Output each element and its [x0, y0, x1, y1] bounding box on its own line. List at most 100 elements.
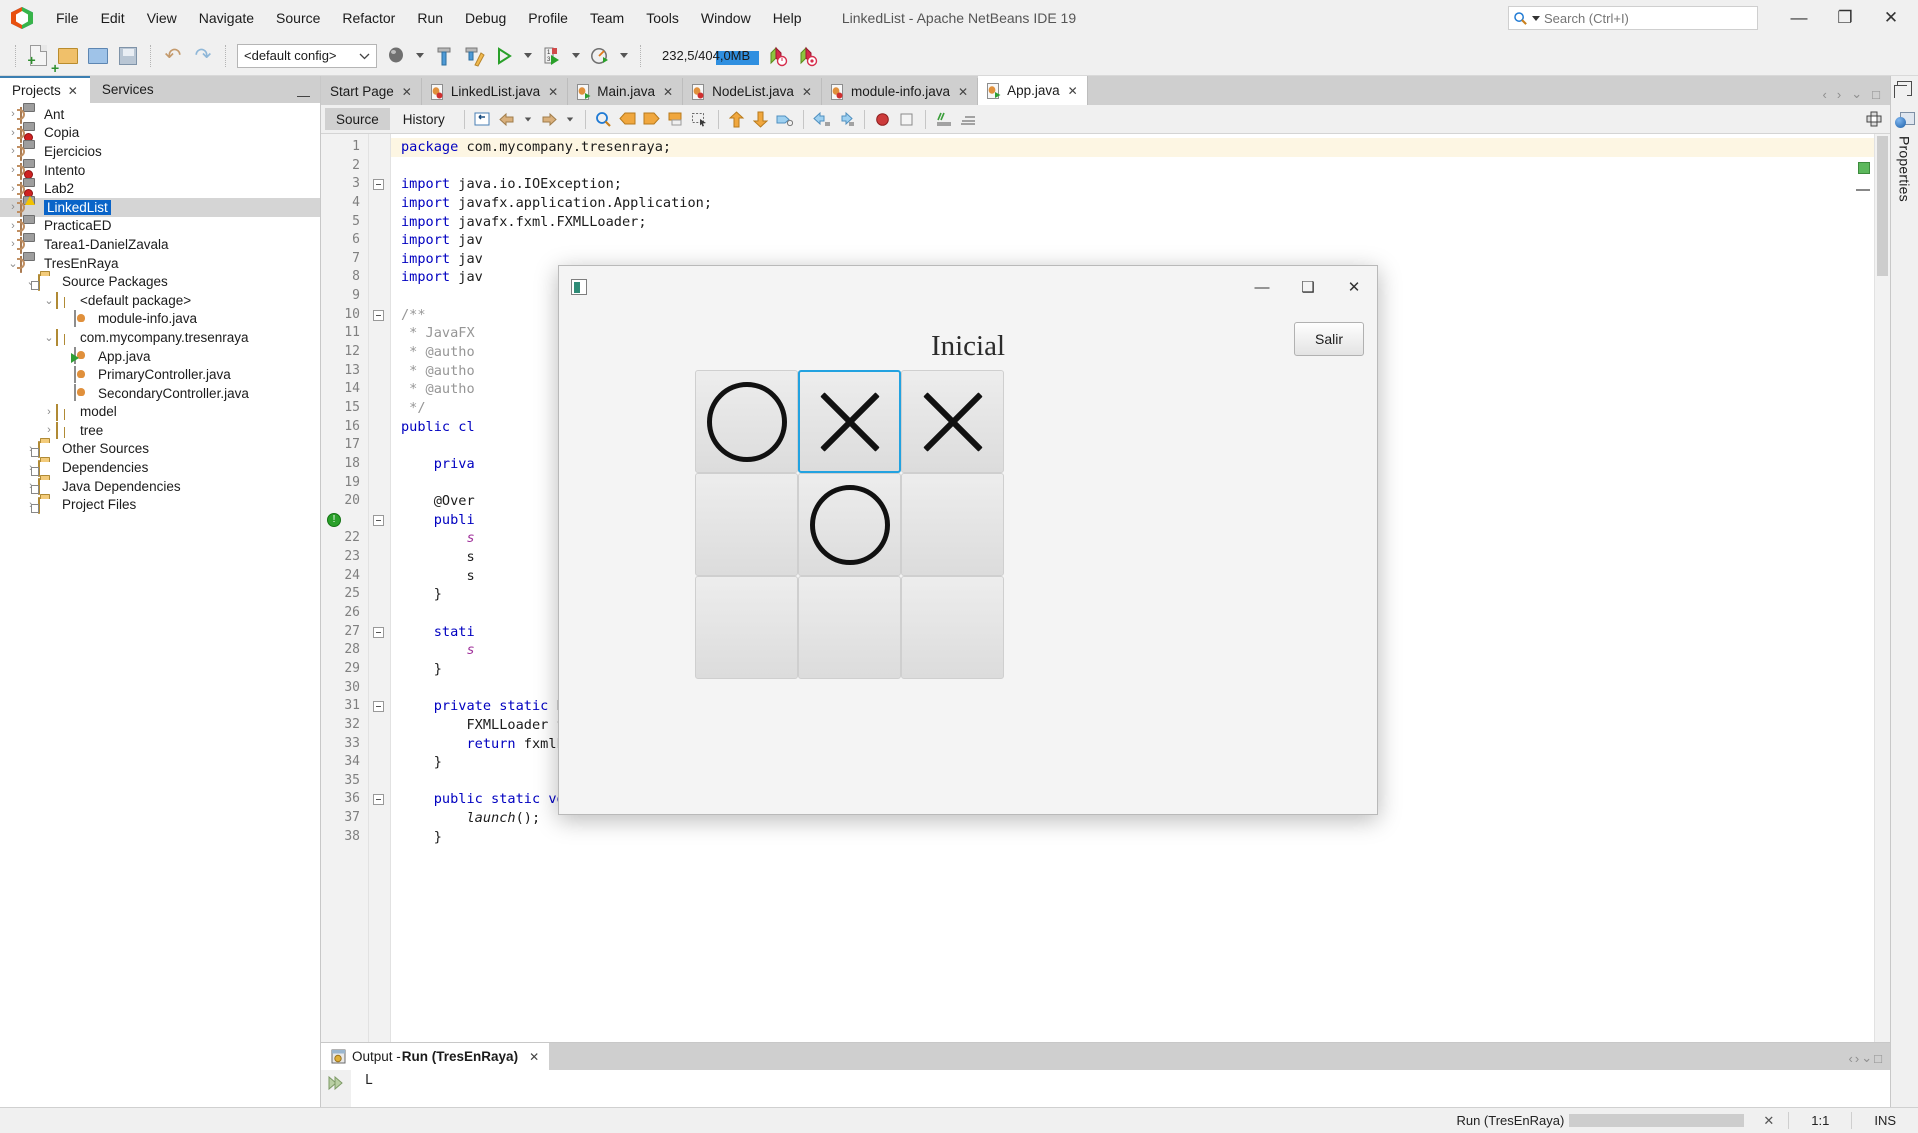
fold-cell[interactable] — [369, 436, 390, 455]
fold-cell[interactable] — [369, 772, 390, 791]
menu-item-team[interactable]: Team — [579, 5, 635, 31]
fold-cell[interactable] — [369, 585, 390, 604]
fold-cell[interactable] — [369, 828, 390, 847]
tree-node-default-package[interactable]: ⌄ <default package> — [0, 291, 320, 310]
output-tab[interactable]: Output - Run (TresEnRaya) ✕ — [321, 1043, 550, 1070]
tree-node-dependencies[interactable]: ›Dependencies — [0, 458, 320, 477]
rerun-icon[interactable] — [327, 1075, 345, 1094]
fold-cell[interactable] — [369, 679, 390, 698]
menu-item-tools[interactable]: Tools — [635, 5, 690, 31]
window-close-button[interactable]: ✕ — [1868, 1, 1914, 35]
clean-build-icon[interactable] — [429, 41, 459, 71]
code-fold-gutter[interactable] — [369, 134, 391, 1042]
search-box[interactable] — [1508, 6, 1758, 30]
menu-item-edit[interactable]: Edit — [90, 5, 136, 31]
debug-dropdown-icon[interactable] — [572, 53, 580, 58]
tree-node-ant[interactable]: › Ant — [0, 105, 320, 125]
board-cell-0-0[interactable] — [695, 370, 798, 473]
menu-item-profile[interactable]: Profile — [517, 5, 579, 31]
window-maximize-button[interactable]: ❐ — [1822, 1, 1868, 35]
fold-cell[interactable] — [369, 753, 390, 772]
shift-right-icon[interactable] — [834, 108, 858, 130]
editor-tab-start-page[interactable]: Start Page ✕ — [321, 78, 422, 105]
dialog-close-button[interactable]: ✕ — [1331, 267, 1377, 307]
tree-node-app-java[interactable]: App.java — [0, 347, 320, 366]
tree-node-tarea1-danielzavala[interactable]: › Tarea1-DanielZavala — [0, 235, 320, 255]
comment-icon[interactable] — [932, 108, 956, 130]
fold-cell[interactable] — [369, 455, 390, 474]
collapse-icon[interactable] — [373, 701, 384, 713]
toggle-breakpoint-icon[interactable] — [871, 108, 895, 130]
run-icon[interactable] — [489, 41, 519, 71]
output-list-button[interactable]: ⌄ — [1861, 1050, 1872, 1066]
fold-cell[interactable] — [369, 716, 390, 735]
restore-window-icon[interactable] — [1894, 81, 1912, 98]
fold-cell[interactable] — [369, 362, 390, 381]
board-cell-0-2[interactable] — [901, 370, 1004, 473]
clean-and-build-icon[interactable] — [459, 41, 489, 71]
attach-profiler-icon[interactable] — [792, 41, 822, 71]
tree-node-practicaed[interactable]: › PracticaED — [0, 217, 320, 236]
fold-cell[interactable] — [369, 492, 390, 511]
status-cancel-button[interactable]: ✕ — [1749, 1113, 1788, 1129]
chevron-right-icon[interactable]: › — [42, 406, 56, 418]
fold-cell[interactable] — [369, 268, 390, 287]
gc-icon[interactable] — [762, 41, 792, 71]
tree-node-com-mycompany-tresenraya[interactable]: ⌄ com.mycompany.tresenraya — [0, 328, 320, 347]
tree-node-java-dependencies[interactable]: ›Java Dependencies — [0, 477, 320, 496]
salir-button[interactable]: Salir — [1294, 322, 1364, 356]
project-tree[interactable]: › Ant › Copia › Ejercicios › Intento › Lab2 › Linke… — [0, 103, 320, 1133]
close-icon[interactable]: ✕ — [958, 85, 968, 99]
tab-prev-button[interactable]: ‹ — [1819, 87, 1831, 102]
fold-cell[interactable] — [369, 567, 390, 586]
fold-cell[interactable] — [369, 194, 390, 213]
fold-cell[interactable] — [369, 418, 390, 437]
menu-item-file[interactable]: File — [45, 5, 90, 31]
board-cell-2-0[interactable] — [695, 576, 798, 679]
close-icon[interactable]: ✕ — [1068, 84, 1078, 98]
tree-node-ejercicios[interactable]: › Ejercicios — [0, 142, 320, 162]
panel-minimize-button[interactable] — [297, 96, 310, 97]
tree-node-other-sources[interactable]: ›Other Sources — [0, 440, 320, 459]
menu-item-refactor[interactable]: Refactor — [331, 5, 406, 31]
close-icon[interactable]: ✕ — [548, 85, 558, 99]
menu-item-debug[interactable]: Debug — [454, 5, 517, 31]
editor-tab-main-java[interactable]: Main.java ✕ — [568, 78, 684, 105]
editor-options-icon[interactable] — [1866, 108, 1890, 130]
editor-scrollbar[interactable] — [1874, 134, 1890, 1042]
tree-node-copia[interactable]: › Copia — [0, 124, 320, 143]
fold-cell[interactable] — [369, 660, 390, 679]
back-icon[interactable] — [495, 108, 519, 130]
editor-tab-nodelist-java[interactable]: NodeList.java ✕ — [683, 78, 822, 105]
menu-item-view[interactable]: View — [136, 5, 188, 31]
collapse-icon[interactable] — [373, 179, 384, 191]
fold-cell[interactable] — [369, 790, 390, 809]
tree-node-primarycontroller-java[interactable]: PrimaryController.java — [0, 365, 320, 384]
board-cell-1-0[interactable] — [695, 473, 798, 576]
tree-node-module-info-java[interactable]: module-info.java — [0, 309, 320, 329]
menu-item-navigate[interactable]: Navigate — [188, 5, 265, 31]
profile-icon[interactable] — [585, 41, 615, 71]
fold-cell[interactable] — [369, 175, 390, 194]
close-icon[interactable]: ✕ — [663, 85, 673, 99]
profile-dropdown-icon[interactable] — [620, 53, 628, 58]
search-dropdown-icon[interactable] — [1532, 15, 1540, 21]
close-icon[interactable]: ✕ — [402, 85, 412, 99]
search-input[interactable] — [1544, 10, 1757, 26]
new-file-icon[interactable]: + — [23, 41, 53, 71]
output-tab-close[interactable]: ✕ — [529, 1050, 539, 1064]
build-dropdown-icon[interactable] — [416, 53, 424, 58]
shift-left-icon[interactable] — [810, 108, 834, 130]
open-project-icon[interactable] — [83, 41, 113, 71]
tab-next-button[interactable]: › — [1833, 87, 1845, 102]
menu-bar[interactable]: File Edit View Navigate Source Refactor Run Deb… — [45, 5, 812, 31]
fold-cell[interactable] — [369, 380, 390, 399]
fold-cell[interactable] — [369, 548, 390, 567]
fold-cell[interactable] — [369, 343, 390, 362]
window-minimize-button[interactable]: — — [1776, 1, 1822, 35]
fold-cell[interactable] — [369, 157, 390, 176]
fold-cell[interactable] — [369, 511, 390, 530]
save-all-icon[interactable] — [113, 41, 143, 71]
tree-node-linkedlist[interactable]: › LinkedList — [0, 196, 320, 218]
fold-cell[interactable] — [369, 529, 390, 548]
